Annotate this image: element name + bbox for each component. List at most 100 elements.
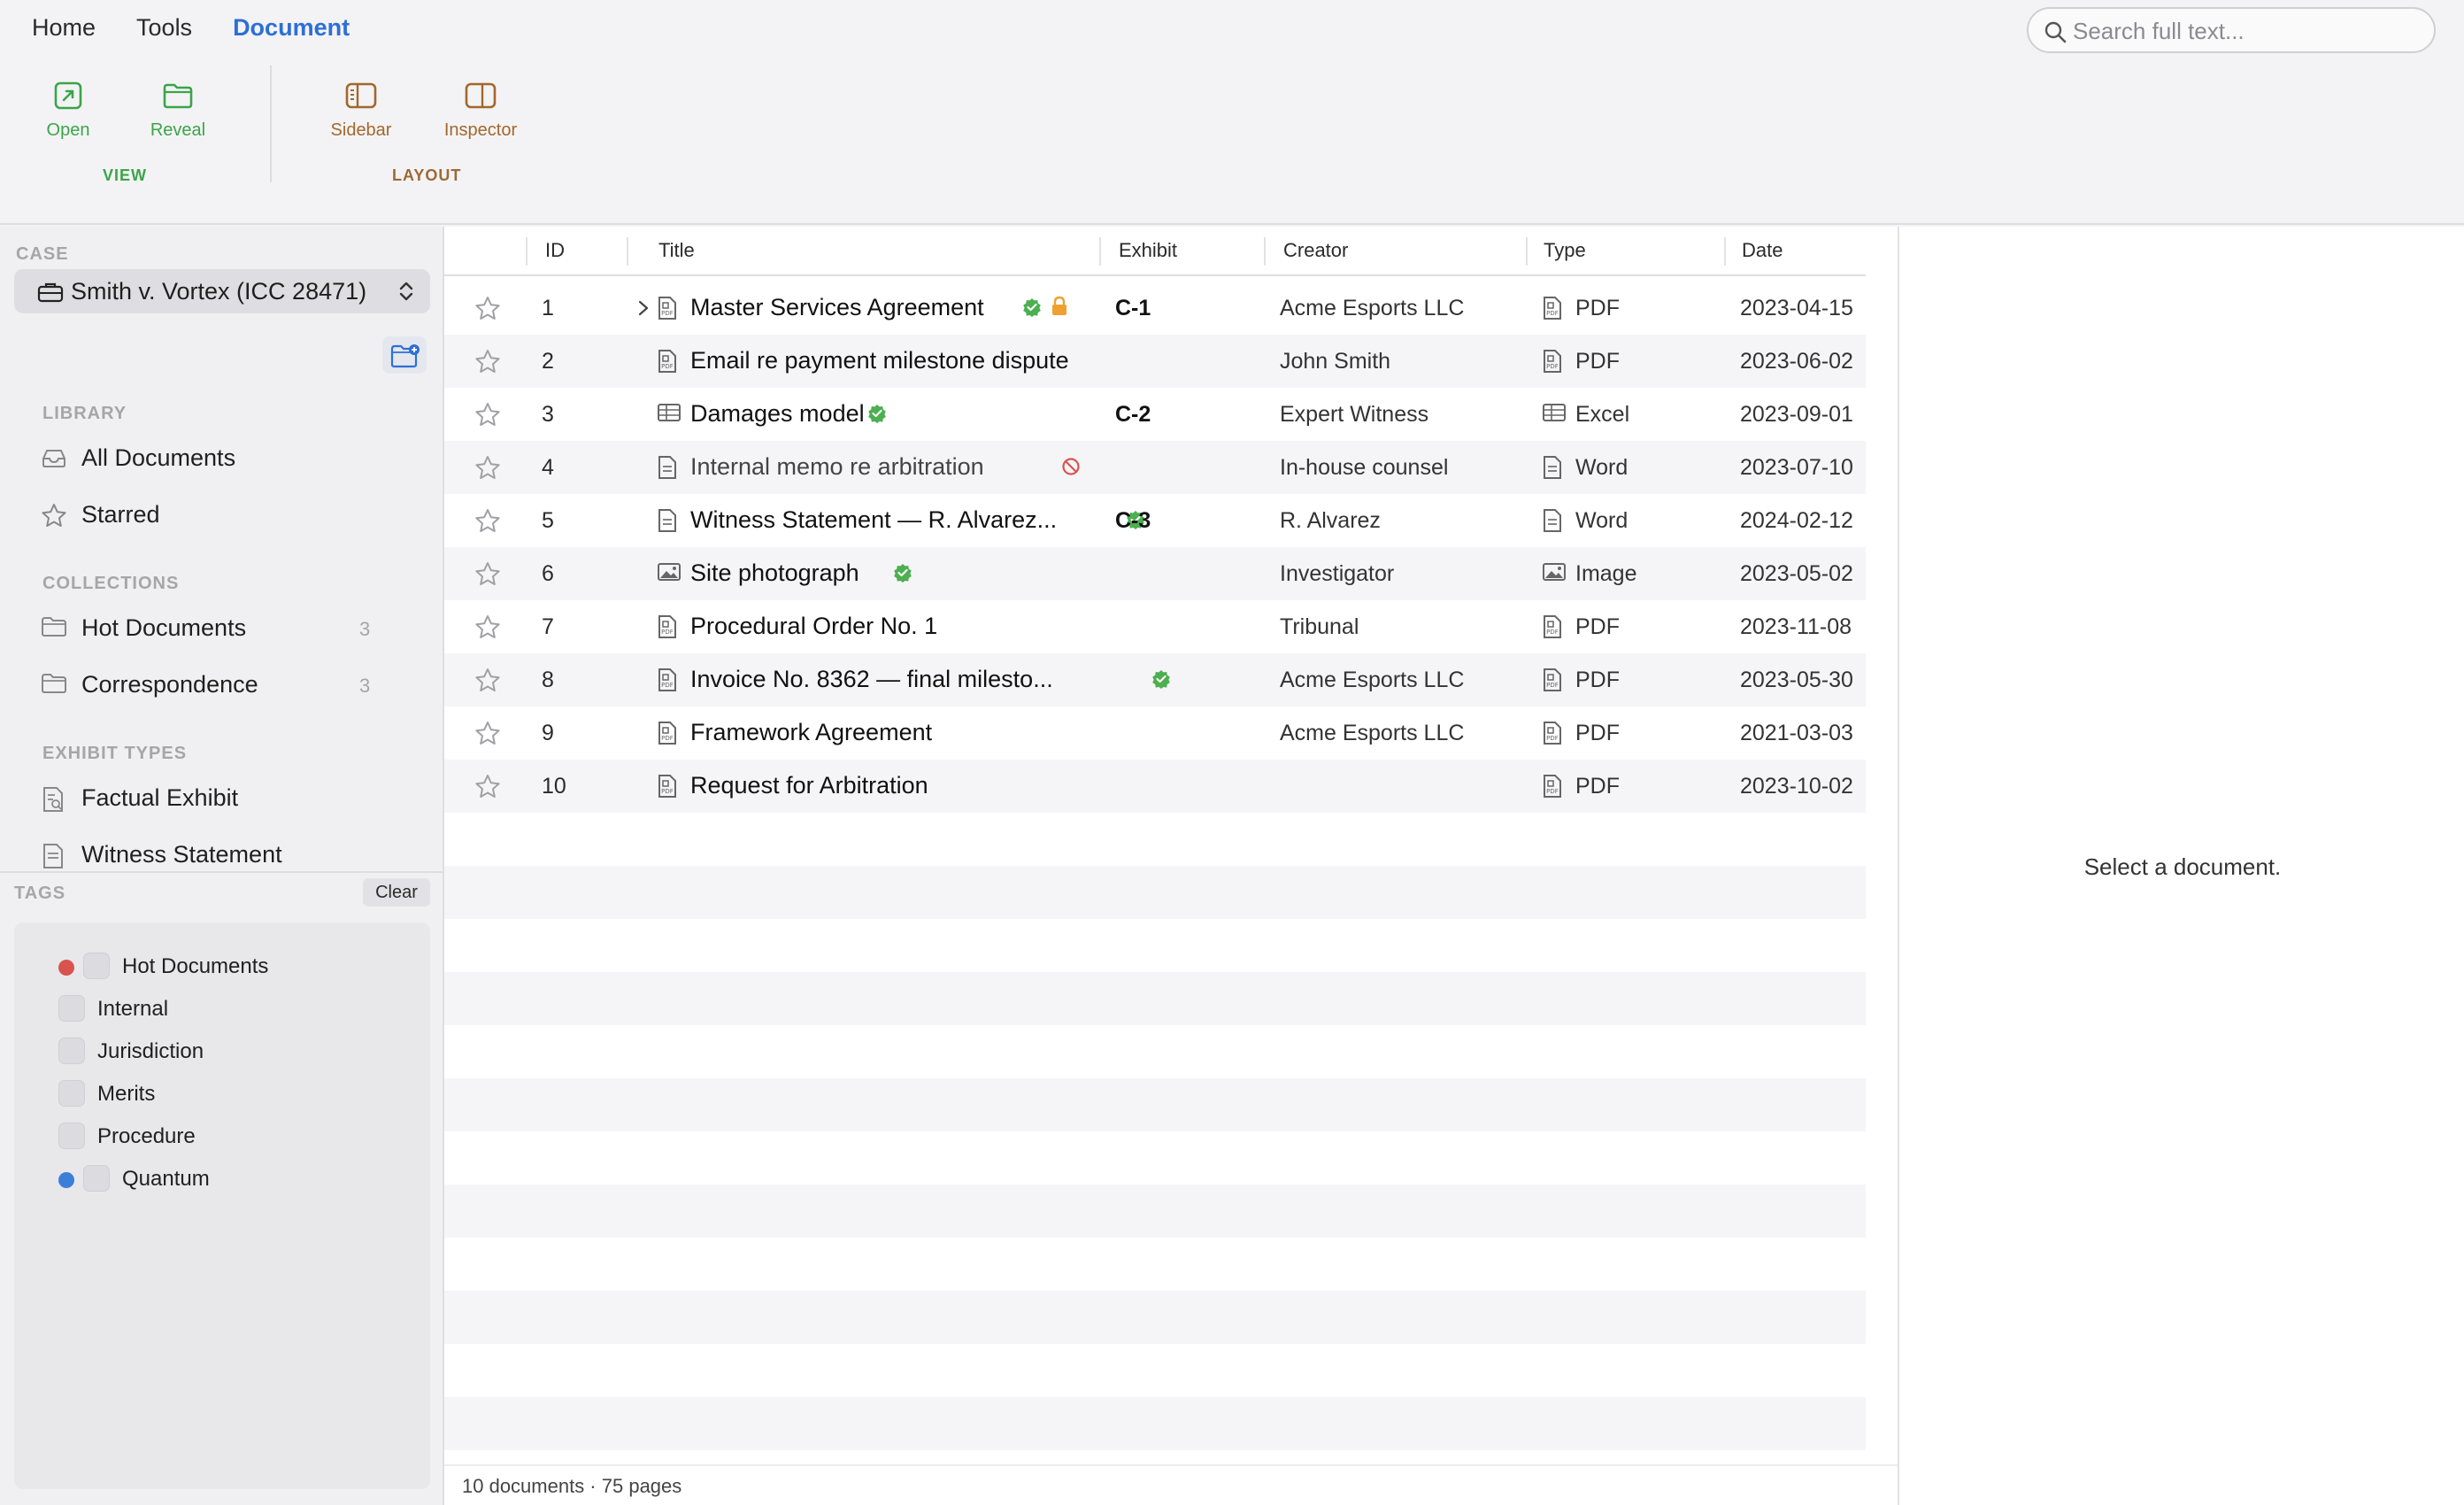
star-toggle-icon[interactable]: [474, 296, 501, 325]
svg-text:PDF: PDF: [1546, 788, 1559, 795]
verified-badge-icon: [1151, 669, 1171, 693]
cell-date: 2023-07-10: [1740, 455, 1853, 480]
tag-label: Quantum: [122, 1167, 210, 1191]
open-button[interactable]: Open: [15, 80, 121, 159]
table-row[interactable]: 6 Site photograph Investigator Image 2023-05…: [444, 547, 1866, 600]
table-row[interactable]: 1 PDF Master Services Agreement C-1 Acme Esp…: [444, 282, 1866, 335]
tag-checkbox[interactable]: [58, 1080, 85, 1107]
collection-hot-documents[interactable]: Hot Documents 3: [41, 609, 395, 648]
column-separator: [627, 237, 628, 266]
cell-creator: John Smith: [1280, 349, 1391, 374]
cell-title: Procedural Order No. 1: [690, 613, 938, 639]
spreadsheet-icon: [657, 402, 681, 428]
column-header-title[interactable]: Title: [658, 239, 695, 262]
sidebar-toggle-button[interactable]: Sidebar: [308, 80, 414, 159]
star-toggle-icon[interactable]: [474, 455, 501, 484]
pdf-file-icon: PDF: [1542, 296, 1563, 325]
tag-merits[interactable]: Merits: [58, 1077, 430, 1112]
column-header-date[interactable]: Date: [1742, 239, 1783, 262]
tag-internal[interactable]: Internal: [58, 992, 430, 1027]
star-toggle-icon[interactable]: [474, 721, 501, 750]
empty-row: [444, 813, 1866, 866]
image-icon: [657, 561, 681, 587]
svg-text:PDF: PDF: [661, 682, 674, 689]
empty-row: [444, 972, 1866, 1025]
cell-creator: R. Alvarez: [1280, 508, 1381, 533]
cell-title: Witness Statement — R. Alvarez...: [690, 506, 1058, 533]
collections-header: COLLECTIONS: [42, 574, 180, 593]
cell-creator: Tribunal: [1280, 614, 1359, 639]
tag-checkbox[interactable]: [58, 1123, 85, 1149]
column-header-creator[interactable]: Creator: [1283, 239, 1348, 262]
cell-creator: Acme Esports LLC: [1280, 296, 1465, 320]
pdf-file-icon: PDF: [1542, 774, 1563, 803]
cell-id: 5: [542, 508, 554, 533]
empty-row: [444, 1131, 1866, 1185]
cell-date: 2023-05-30: [1740, 668, 1853, 692]
clear-tags-button[interactable]: Clear: [363, 878, 430, 907]
cell-type: Word: [1575, 508, 1629, 533]
search-icon: [2044, 21, 2067, 43]
column-header-exhibit[interactable]: Exhibit: [1119, 239, 1177, 262]
table-row[interactable]: 9 PDF Framework Agreement Acme Esports LLC P…: [444, 706, 1866, 760]
exhibit-type-witness-statement[interactable]: Witness Statement: [41, 836, 395, 869]
table-row[interactable]: 7 PDF Procedural Order No. 1 Tribunal PDF PDF…: [444, 600, 1866, 653]
cell-exhibit: C-3: [1115, 508, 1151, 533]
toolbar-divider: [270, 66, 272, 182]
column-header-type[interactable]: Type: [1544, 239, 1586, 262]
case-selector[interactable]: Smith v. Vortex (ICC 28471): [14, 269, 430, 313]
open-external-icon: [54, 81, 82, 110]
tag-procedure[interactable]: Procedure: [58, 1119, 430, 1154]
collection-correspondence[interactable]: Correspondence 3: [41, 666, 395, 705]
tag-checkbox[interactable]: [83, 953, 110, 979]
cell-type: Word: [1575, 455, 1629, 480]
tag-label: Merits: [97, 1082, 156, 1106]
inspector-empty-message: Select a document.: [2083, 853, 2282, 880]
table-row[interactable]: 2 PDF Email re payment milestone dispute Jo…: [444, 335, 1866, 388]
cell-date: 2023-04-15: [1740, 296, 1853, 320]
column-header-id[interactable]: ID: [545, 239, 565, 262]
search-input[interactable]: [2073, 16, 2418, 46]
reveal-button[interactable]: Reveal: [125, 80, 231, 159]
exhibit-type-factual-exhibit[interactable]: Factual Exhibit: [41, 779, 395, 818]
tag-checkbox[interactable]: [58, 995, 85, 1022]
cell-title: Framework Agreement: [690, 719, 933, 745]
tag-quantum[interactable]: Quantum: [58, 1162, 430, 1197]
cell-type: Excel: [1575, 402, 1630, 427]
table-row[interactable]: 8 PDF Invoice No. 8362 — final milesto... A…: [444, 653, 1866, 706]
tab-document[interactable]: Document: [233, 14, 350, 42]
inspector-toggle-button[interactable]: Inspector: [427, 80, 534, 159]
star-toggle-icon[interactable]: [474, 561, 501, 590]
cell-id: 4: [542, 455, 554, 480]
star-toggle-icon[interactable]: [474, 349, 501, 378]
exhibit-type-label: Witness Statement: [81, 841, 282, 868]
empty-row: [444, 1344, 1866, 1397]
cell-id: 8: [542, 668, 554, 692]
cell-date: 2023-05-02: [1740, 561, 1853, 586]
table-row[interactable]: 3 Damages model C-2 Expert Witness Excel 2023…: [444, 388, 1866, 441]
table-row[interactable]: 4 Internal memo re arbitration In-house co…: [444, 441, 1866, 494]
table-row[interactable]: 5 Witness Statement — R. Alvarez... C-3 R. …: [444, 494, 1866, 547]
star-toggle-icon[interactable]: [474, 774, 501, 803]
cell-type: PDF: [1575, 721, 1620, 745]
open-label: Open: [46, 120, 90, 140]
tag-checkbox[interactable]: [58, 1038, 85, 1064]
sidebar-item-starred[interactable]: Starred: [41, 496, 395, 535]
view-group-label: VIEW: [103, 166, 148, 184]
tab-home[interactable]: Home: [32, 14, 96, 42]
tags-header: TAGS: [14, 884, 66, 903]
cell-type: PDF: [1575, 774, 1620, 799]
table-row[interactable]: 10 PDF Request for Arbitration PDF PDF 2023-1…: [444, 760, 1866, 813]
tag-jurisdiction[interactable]: Jurisdiction: [58, 1034, 430, 1069]
tag-checkbox[interactable]: [83, 1165, 110, 1192]
new-collection-button[interactable]: [382, 336, 427, 374]
star-toggle-icon[interactable]: [474, 402, 501, 431]
star-toggle-icon[interactable]: [474, 508, 501, 537]
star-toggle-icon[interactable]: [474, 668, 501, 697]
tag-hot-documents[interactable]: Hot Documents: [58, 949, 430, 984]
chevron-right-icon[interactable]: [637, 299, 650, 321]
pdf-file-icon: PDF: [1542, 668, 1563, 697]
tab-tools[interactable]: Tools: [136, 14, 192, 42]
sidebar-item-all-documents[interactable]: All Documents: [41, 439, 395, 478]
star-toggle-icon[interactable]: [474, 614, 501, 644]
